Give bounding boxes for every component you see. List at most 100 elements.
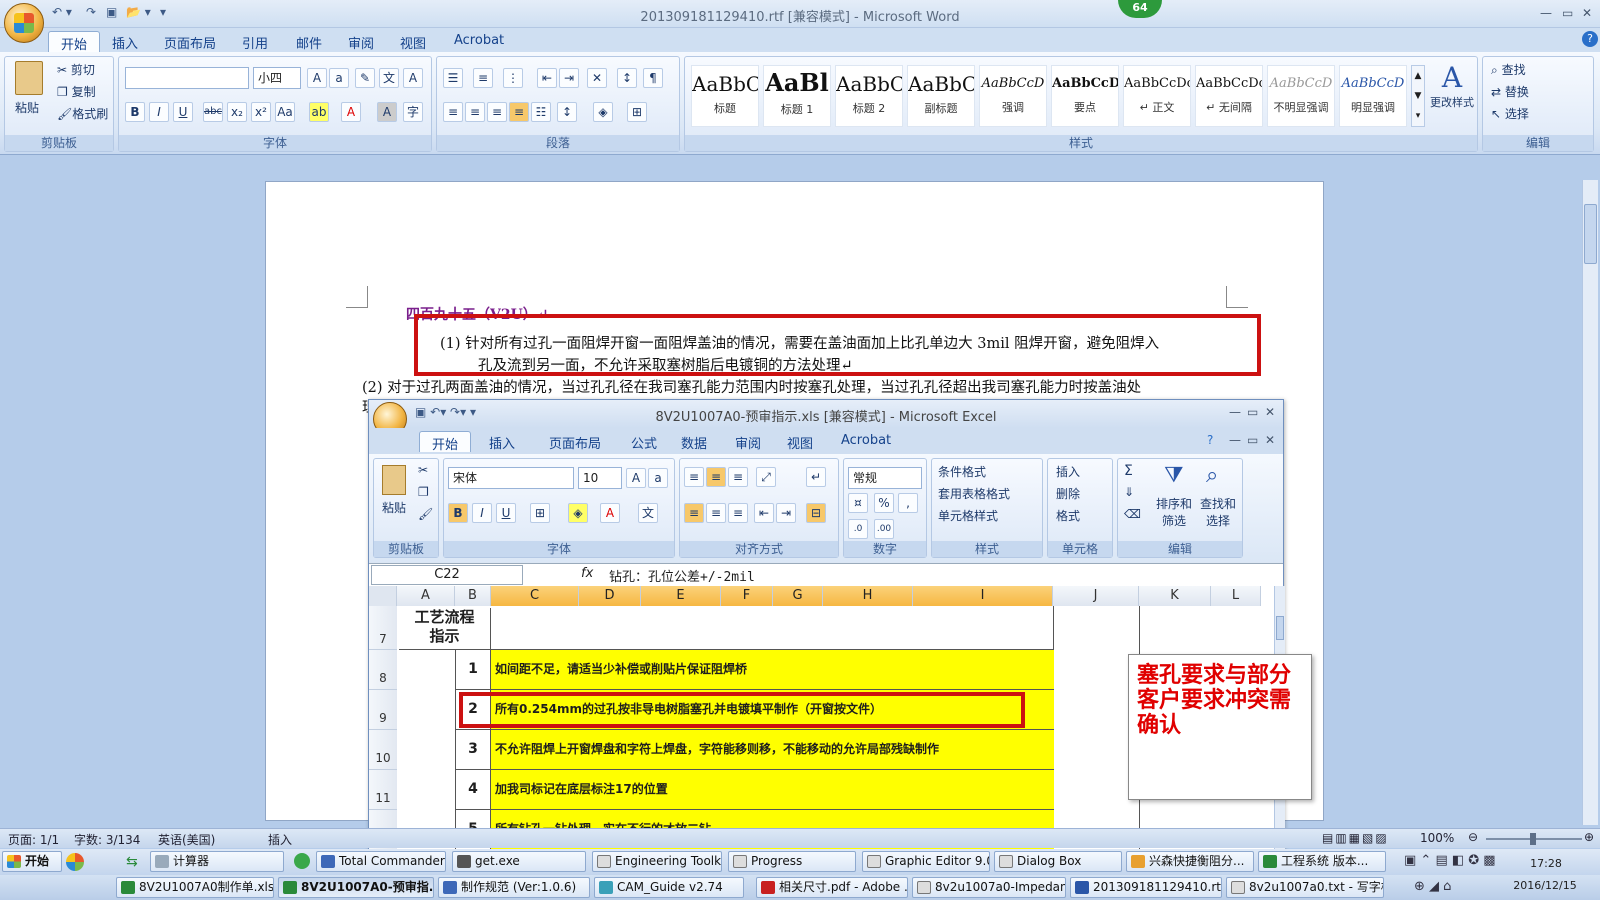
excel-tab-home[interactable]: 开始 (419, 431, 472, 453)
excel-help-icon[interactable]: ? (1207, 433, 1213, 447)
excel-tab-acrobat[interactable]: Acrobat (829, 431, 903, 452)
bullets-icon[interactable]: ☰ (443, 68, 463, 88)
taskbar-item[interactable]: 兴森快捷衡阻分... (1126, 851, 1254, 872)
start-button[interactable]: 开始 (2, 851, 62, 872)
paste-icon[interactable] (15, 61, 43, 95)
font-name-select[interactable] (125, 67, 249, 89)
tab-insert[interactable]: 插入 (100, 31, 150, 52)
font-color-icon[interactable]: A (341, 102, 361, 122)
tab-page-layout[interactable]: 页面布局 (152, 31, 228, 52)
column-header[interactable]: G (773, 586, 823, 606)
fill-icon[interactable]: ⇓ (1124, 485, 1134, 499)
excel-font-color-icon[interactable]: A (600, 503, 620, 523)
conditional-format-button[interactable]: 条件格式 (938, 463, 986, 480)
tab-references[interactable]: 引用 (230, 31, 280, 52)
cell-styles-button[interactable]: 单元格样式 (938, 507, 998, 524)
excel-scroll-thumb[interactable] (1276, 616, 1284, 640)
zoom-level[interactable]: 100% (1420, 831, 1454, 845)
tab-mailings[interactable]: 邮件 (284, 31, 334, 52)
excel-paste-button[interactable]: 粘贴 (382, 499, 406, 516)
justify-icon[interactable]: ≡ (509, 102, 529, 122)
enclose-char-icon[interactable]: 字 (403, 102, 423, 122)
style-title[interactable]: AaBbC 标题 (691, 65, 759, 127)
taskbar-item[interactable]: 工程系统 版本... (1258, 851, 1386, 872)
taskbar-item-active[interactable]: 8V2U1007A0-预审指... (278, 877, 434, 898)
row-header[interactable]: 10 (369, 730, 397, 770)
select-button[interactable]: ↖ 选择 (1491, 105, 1529, 122)
excel-decrease-indent-icon[interactable]: ⇤ (754, 503, 774, 523)
borders-icon[interactable]: ⊞ (627, 102, 647, 122)
taskbar-item[interactable]: Total Commander 7... (316, 851, 446, 872)
line-spacing-icon[interactable]: ↕ (557, 102, 577, 122)
column-header[interactable]: H (823, 586, 913, 606)
column-header[interactable]: L (1211, 586, 1261, 606)
taskbar-item[interactable]: 8v2u1007a0-Impedance... (912, 877, 1066, 898)
quicklaunch-icon[interactable] (66, 853, 84, 871)
excel-tab-formulas[interactable]: 公式 (619, 431, 669, 452)
align-right-icon[interactable]: ≡ (487, 102, 507, 122)
replace-button[interactable]: ⇄ 替换 (1491, 83, 1529, 100)
style-heading-1[interactable]: AaBl 标题 1 (763, 65, 831, 127)
increase-indent-icon[interactable]: ⇥ (559, 68, 579, 88)
clear-icon[interactable]: ⌫ (1124, 507, 1141, 521)
workbook-minimize-icon[interactable]: — (1229, 433, 1241, 447)
autosum-icon[interactable]: Σ (1124, 463, 1133, 479)
office-button[interactable] (4, 3, 44, 43)
step-cell[interactable]: 加我司标记在底层标注17的位置 (491, 770, 1054, 810)
close-icon[interactable]: ✕ (1582, 6, 1592, 20)
underline-icon[interactable]: U (173, 102, 193, 122)
vertical-scrollbar[interactable] (1582, 180, 1598, 825)
taskbar-item[interactable]: 8v2u1007a0.txt - 写字板 (1226, 877, 1384, 898)
excel-shrink-font-icon[interactable]: a (648, 468, 668, 488)
wrap-text-icon[interactable]: ↵ (806, 467, 826, 487)
excel-maximize-icon[interactable]: ▭ (1247, 405, 1258, 419)
shrink-font-icon[interactable]: a (329, 68, 349, 88)
qat-customize-icon[interactable]: ▾ (160, 5, 166, 23)
excel-font-size-select[interactable]: 10 (578, 467, 622, 489)
increase-decimal-icon[interactable]: .0 (848, 519, 868, 539)
step-cell[interactable]: 不允许阻焊上开窗焊盘和字符上焊盘，字符能移则移，不能移动的允许局部残缺制作 (491, 730, 1054, 770)
word-count[interactable]: 字数: 3/134 (74, 831, 140, 848)
step-number[interactable]: 4 (455, 770, 491, 810)
step-cell[interactable]: 如间距不足，请适当少补偿或削贴片保证阻焊桥 (491, 650, 1054, 690)
currency-icon[interactable]: ¤ (848, 493, 868, 513)
undo-icon[interactable]: ↶ ▾ (52, 5, 72, 23)
align-bottom-icon[interactable]: ≡ (728, 467, 748, 487)
show-marks-icon[interactable]: ¶ (643, 68, 663, 88)
table-cell[interactable] (491, 606, 1053, 650)
bold-icon[interactable]: B (125, 102, 145, 122)
column-header[interactable]: F (721, 586, 773, 606)
row-header[interactable]: 9 (369, 690, 397, 730)
orientation-icon[interactable]: ⤢ (756, 467, 776, 487)
number-format-select[interactable]: 常规 (848, 467, 922, 489)
taskbar-item[interactable]: get.exe (452, 851, 586, 872)
decrease-decimal-icon[interactable]: .00 (874, 519, 894, 539)
excel-increase-indent-icon[interactable]: ⇥ (776, 503, 796, 523)
function-icon[interactable]: fx (581, 566, 593, 581)
highlight-icon[interactable]: ab (309, 102, 329, 122)
excel-tab-insert[interactable]: 插入 (477, 431, 527, 452)
taskbar-item[interactable]: 201309181129410.rtf [... (1070, 877, 1222, 898)
taskbar-item[interactable]: 相关尺寸.pdf - Adobe ... (756, 877, 908, 898)
step-number[interactable]: 3 (455, 730, 491, 770)
excel-font-name-select[interactable]: 宋体 (448, 467, 574, 489)
help-icon[interactable]: ? (1582, 31, 1598, 47)
maximize-icon[interactable]: ▭ (1562, 6, 1573, 20)
insert-cells-button[interactable]: 插入 (1056, 463, 1080, 480)
excel-tab-review[interactable]: 审阅 (723, 431, 773, 452)
numbering-icon[interactable]: ≡ (473, 68, 493, 88)
sort-icon[interactable]: ↕ (617, 68, 637, 88)
row-header[interactable]: 8 (369, 650, 397, 690)
excel-minimize-icon[interactable]: — (1229, 405, 1241, 419)
font-size-select[interactable]: 小四 (253, 67, 301, 89)
decrease-indent-icon[interactable]: ⇤ (537, 68, 557, 88)
align-center-icon[interactable]: ≡ (465, 102, 485, 122)
style-heading-2[interactable]: AaBbC 标题 2 (835, 65, 903, 127)
style-no-spacing[interactable]: AaBbCcDc ↵ 无间隔 (1195, 65, 1263, 127)
merge-center-icon[interactable]: ⊟ (806, 503, 826, 523)
shading-icon[interactable]: ◈ (593, 102, 613, 122)
insert-mode[interactable]: 插入 (268, 831, 292, 848)
excel-borders-icon[interactable]: ⊞ (530, 503, 550, 523)
style-normal[interactable]: AaBbCcDc ↵ 正文 (1123, 65, 1191, 127)
row-header[interactable]: 11 (369, 770, 397, 810)
